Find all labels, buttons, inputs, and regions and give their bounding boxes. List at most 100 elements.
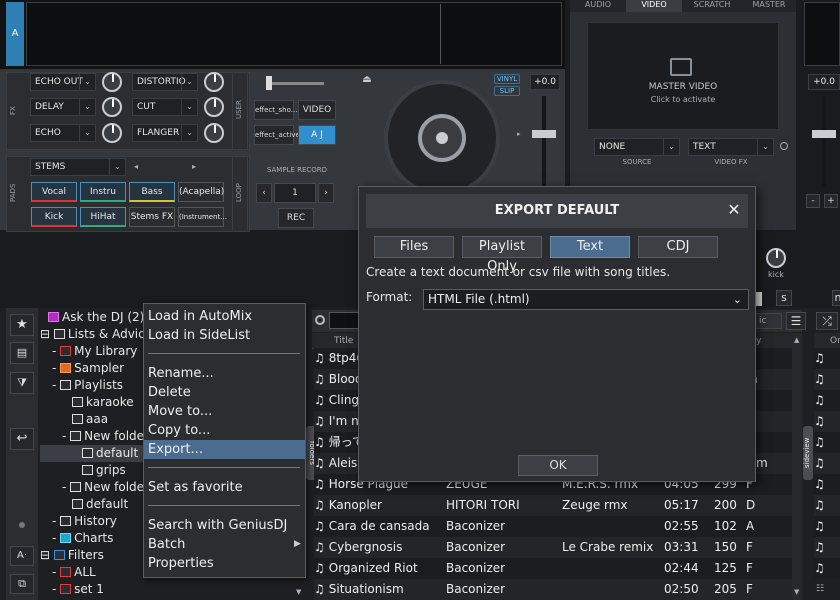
table-row[interactable]: ♫ Cara de cansada Baconizer 02:55 102 A (314, 516, 792, 537)
search-input[interactable] (329, 312, 361, 329)
sideview-row[interactable]: ♫ (814, 369, 840, 390)
fx-knob-2[interactable] (102, 97, 122, 117)
deck-b-plus-button[interactable]: + (824, 194, 838, 208)
tree-sampler[interactable]: - Sampler (52, 360, 124, 377)
tree-scroll-down-icon[interactable]: ▼ (296, 588, 301, 596)
tree-filters[interactable]: ⊟ Filters (40, 547, 104, 564)
tab-playlist-only[interactable]: Playlist Only (462, 236, 542, 274)
scroll-down-icon[interactable]: ▼ (794, 588, 799, 596)
fx-slot-4[interactable]: DISTORTIO ⌄ (132, 73, 198, 91)
close-icon[interactable]: ✕ (726, 200, 742, 220)
table-row[interactable]: ♫ Situationism Baconizer 02:50 205 F (314, 579, 792, 600)
title-column-header[interactable]: Title (334, 333, 353, 349)
video-source-select[interactable]: NONE ⌄ (594, 138, 680, 156)
tree-new-folder-2[interactable]: - New folder (62, 479, 149, 496)
menu-move-to[interactable]: Move to... (148, 402, 212, 421)
fx-knob-3[interactable] (102, 123, 122, 143)
table-row[interactable]: ♫ Organized Riot Baconizer 02:44 125 F (314, 558, 792, 579)
tree-default-selected[interactable]: default (82, 445, 138, 462)
pads-mode-select[interactable]: STEMS ⌄ (30, 158, 126, 176)
effect-show-button[interactable]: effect_sho... (254, 100, 297, 120)
stem-instru[interactable]: Instru (80, 182, 126, 202)
favorites-star-icon[interactable]: ★ (10, 314, 34, 336)
folder-add-icon[interactable]: ▤ (10, 342, 34, 364)
aj-button[interactable]: A J (298, 125, 336, 145)
export-window-icon[interactable]: ⧉ (10, 574, 34, 594)
fx-knob-4[interactable] (204, 72, 224, 92)
master-video-preview[interactable] (587, 22, 779, 130)
video-tab-audio[interactable]: AUDIO (570, 0, 626, 12)
kick-knob[interactable] (766, 248, 786, 268)
menu-delete[interactable]: Delete (148, 383, 191, 402)
format-select[interactable]: HTML File (.html) ⌄ (423, 289, 749, 310)
crossfader-mini-handle[interactable] (266, 76, 272, 90)
tree-all[interactable]: - ALL (52, 564, 96, 581)
stem-acapella[interactable]: (Acapella) (178, 182, 224, 202)
crossfader-mini[interactable] (268, 82, 324, 85)
mixer-n-button[interactable]: n (832, 290, 840, 306)
tree-grips[interactable]: grips (82, 462, 126, 479)
menu-copy-to[interactable]: Copy to... (148, 421, 210, 440)
fx-knob-1[interactable] (102, 72, 122, 92)
menu-rename[interactable]: Rename... (148, 364, 214, 383)
menu-search-geniusdj[interactable]: Search with GeniusDJ (148, 516, 287, 535)
tree-my-library[interactable]: - My Library (52, 343, 137, 360)
filter-icon[interactable]: ⧩ (10, 372, 34, 394)
menu-properties[interactable]: Properties (148, 554, 214, 573)
ok-button[interactable]: OK (518, 455, 598, 476)
mixer-s-button[interactable]: s (776, 290, 792, 306)
deck-b-slider[interactable] (822, 96, 826, 186)
table-row[interactable]: ♫ Cybergnosis Baconizer Le Crabe remix 03:31… (314, 537, 792, 558)
tab-text[interactable]: Text (550, 236, 630, 258)
tab-files[interactable]: Files (374, 236, 454, 258)
menu-load-sidelist[interactable]: Load in SideList (148, 326, 250, 345)
menu-batch[interactable]: Batch (148, 535, 185, 554)
fx-knob-6[interactable] (204, 123, 224, 143)
tree-set-1[interactable]: - set 1 (52, 581, 104, 598)
stem-bass[interactable]: Bass (129, 182, 175, 202)
tree-lists-advice[interactable]: ⊟ Lists & Advice (40, 326, 152, 343)
sideview-row[interactable]: ♫ (814, 390, 840, 411)
sideview-row[interactable]: ♫ (814, 453, 840, 474)
sideview-row[interactable]: ♫ (814, 537, 840, 558)
eject-icon[interactable]: ⏏ (360, 74, 374, 88)
rec-button[interactable]: REC (278, 208, 314, 228)
tree-default-2[interactable]: default (72, 496, 128, 513)
pitch-slider-handle[interactable] (532, 130, 556, 138)
stem-instrumental[interactable]: (Instrument... (178, 207, 227, 227)
pads-prev-icon[interactable]: ◂ (134, 162, 138, 171)
deck-a-indicator[interactable]: A (6, 2, 24, 66)
shuffle-icon[interactable]: ⤮ (816, 312, 838, 330)
list-options-icon[interactable]: ☰ (786, 312, 806, 330)
tree-history[interactable]: - History (52, 513, 117, 530)
fx-knob-5[interactable] (204, 97, 224, 117)
tree-karaoke[interactable]: karaoke (72, 394, 134, 411)
tree-aaa[interactable]: aaa (72, 411, 108, 428)
deck-b-minus-button[interactable]: - (806, 194, 820, 208)
fx-slot-2[interactable]: DELAY ⌄ (30, 98, 96, 116)
fx-slot-5[interactable]: CUT ⌄ (132, 98, 198, 116)
fx-slot-1[interactable]: ECHO OUT ⌄ (30, 73, 96, 91)
sideview-row[interactable]: ♫ (814, 495, 840, 516)
search-icon[interactable] (315, 315, 325, 325)
sideview-row[interactable]: ♫ (814, 348, 840, 369)
slip-button[interactable]: SLIP (494, 86, 520, 96)
stem-hihat[interactable]: HiHat (80, 207, 126, 227)
list-scrollbar[interactable] (792, 333, 802, 600)
sideview-grid-icon[interactable]: ☷ (816, 584, 824, 594)
key-column-header[interactable]: y (756, 333, 761, 349)
sample-prev-button[interactable]: ‹ (256, 183, 272, 203)
text-size-icon[interactable]: A· (10, 546, 34, 566)
back-icon[interactable]: ↩ (10, 428, 34, 450)
deck-b-slider-handle[interactable] (812, 130, 836, 138)
menu-load-automix[interactable]: Load in AutoMix (148, 307, 252, 326)
video-settings-icon[interactable] (780, 142, 788, 150)
table-row[interactable]: ♫ Kanopler HITORI TORI Zeuge rmx 05:17 200 D (314, 495, 792, 516)
video-fx-select[interactable]: TEXT ⌄ (688, 138, 774, 156)
tree-new-folder[interactable]: - New folder (62, 428, 149, 445)
menu-export[interactable]: Export... (148, 440, 203, 459)
tree-ask-the-dj[interactable]: Ask the DJ (2) (48, 309, 144, 326)
stem-stemsfx[interactable]: Stems FX (129, 207, 175, 227)
tree-charts[interactable]: - Charts (52, 530, 113, 547)
effect-active-button[interactable]: effect_active (254, 125, 300, 145)
